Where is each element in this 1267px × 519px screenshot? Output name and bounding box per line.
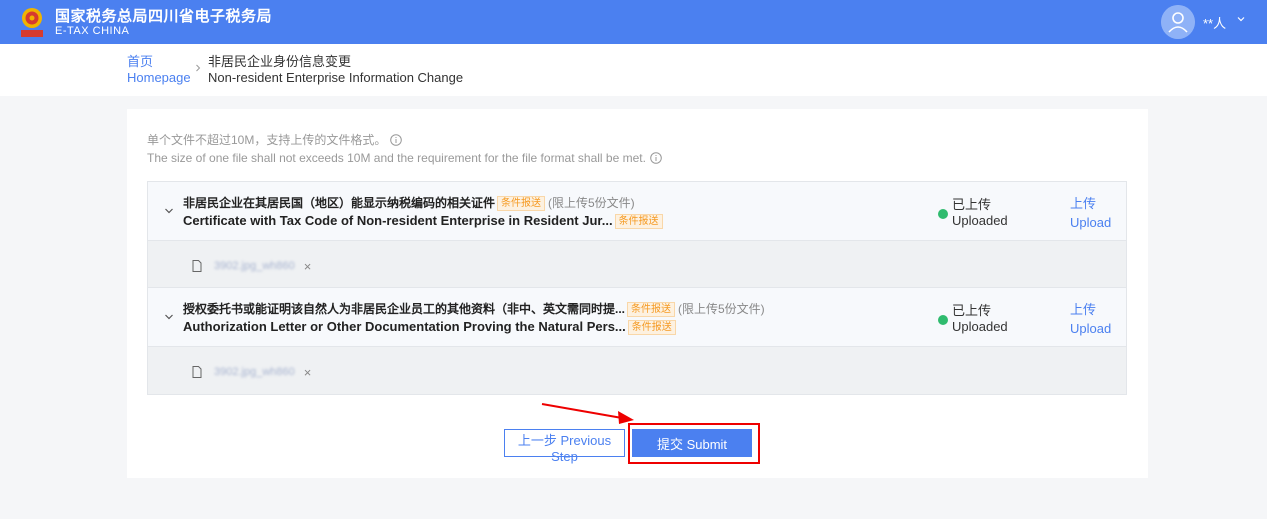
upload-button[interactable]: 上传 Upload [1070,194,1111,232]
previous-step-button[interactable]: 上一步 Previous Step [504,429,625,464]
chevron-down-icon[interactable] [164,207,174,215]
remove-file-icon[interactable]: × [304,259,312,274]
uploaded-file-list: 3902.jpg_wh860 × [148,241,1126,288]
document-list: 非居民企业在其居民国（地区）能显示纳税编码的相关证件 条件报送 (限上传5份文件) … [147,181,1127,395]
conditional-tag: 条件报送 [627,302,676,317]
chevron-down-icon[interactable] [1236,14,1246,24]
conditional-tag: 条件报送 [614,214,663,229]
uploaded-file-list: 3902.jpg_wh860 × [148,347,1126,394]
upload-button[interactable]: 上传 Upload [1070,300,1111,338]
breadcrumb-current: 非居民企业身份信息变更 Non-resident Enterprise Info… [208,54,464,85]
upload-status-en: Uploaded [952,213,1008,228]
site-title: 国家税务总局四川省电子税务局 [55,8,273,25]
file-hint-cn: 单个文件不超过10M，支持上传的文件格式。 [147,131,403,148]
file-name[interactable]: 3902.jpg_wh860 [214,260,295,272]
breadcrumb-home-link[interactable]: 首页 Homepage [127,54,191,86]
document-title-en: Authorization Letter or Other Documentat… [183,319,676,335]
breadcrumb: 首页 Homepage 非居民企业身份信息变更 Non-resident Ent… [0,44,1267,96]
file-icon [192,260,202,272]
document-title-cn: 非居民企业在其居民国（地区）能显示纳税编码的相关证件 条件报送 (限上传5份文件) [183,196,635,211]
document-title-en: Certificate with Tax Code of Non-residen… [183,213,663,229]
user-name[interactable]: **人 [1203,13,1226,32]
upload-status-cn: 已上传 [952,303,992,318]
check-circle-icon [938,315,948,325]
file-name[interactable]: 3902.jpg_wh860 [214,366,295,378]
top-bar: 国家税务总局四川省电子税务局 E-TAX CHINA **人 [0,0,1267,44]
uploaded-file-item: 3902.jpg_wh860 × [192,258,311,274]
upload-status-cn: 已上传 [952,197,992,212]
chevron-down-icon[interactable] [164,313,174,321]
document-section-header: 授权委托书或能证明该自然人为非居民企业员工的其他资料（非中、英文需同时提... 条… [148,288,1126,347]
site-subtitle: E-TAX CHINA [55,25,130,37]
avatar[interactable] [1161,5,1195,39]
info-icon[interactable] [650,152,662,164]
conditional-tag: 条件报送 [497,196,546,211]
uploaded-file-item: 3902.jpg_wh860 × [192,364,311,380]
annotation-arrow [541,403,634,424]
chevron-right-icon [196,64,201,72]
document-section-header: 非居民企业在其居民国（地区）能显示纳税编码的相关证件 条件报送 (限上传5份文件) … [148,182,1126,241]
info-icon[interactable] [390,134,403,146]
file-icon [192,366,202,378]
check-circle-icon [938,209,948,219]
tax-emblem-logo [21,8,43,37]
conditional-tag: 条件报送 [627,320,676,335]
annotation-highlight-box [628,423,760,464]
upload-status-en: Uploaded [952,319,1008,334]
remove-file-icon[interactable]: × [304,365,312,380]
file-hint-en: The size of one file shall not exceeds 1… [147,151,662,165]
document-title-cn: 授权委托书或能证明该自然人为非居民企业员工的其他资料（非中、英文需同时提... 条… [183,302,765,317]
